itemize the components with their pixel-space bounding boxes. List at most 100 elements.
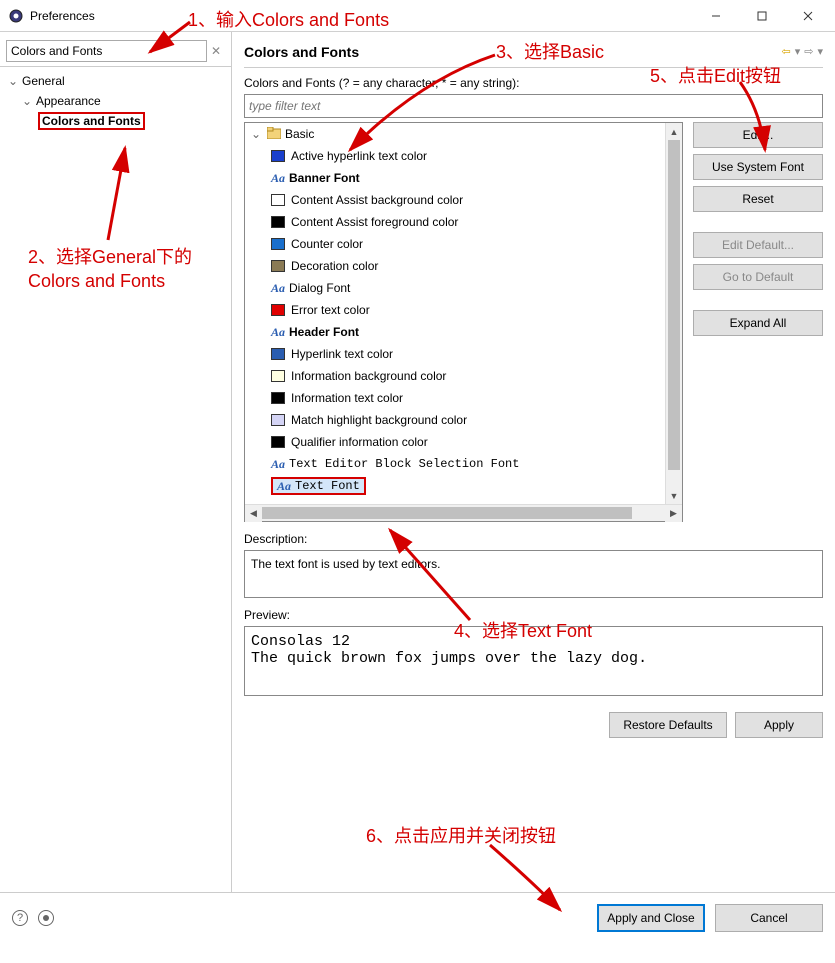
tree-item-label: Qualifier information color xyxy=(291,435,428,449)
tree-label: Colors and Fonts xyxy=(38,112,145,130)
preview-label: Preview: xyxy=(244,608,823,622)
category-tree[interactable]: ⌄ General ⌄ Appearance Colors and Fonts xyxy=(0,67,231,135)
tree-item[interactable]: Active hyperlink text color xyxy=(245,145,665,167)
window-title: Preferences xyxy=(30,9,693,23)
tree-label: General xyxy=(20,74,67,88)
scroll-up-icon[interactable]: ▲ xyxy=(666,123,682,140)
apply-and-close-button[interactable]: Apply and Close xyxy=(597,904,705,932)
tree-item[interactable]: Content Assist foreground color xyxy=(245,211,665,233)
filter-hint: Colors and Fonts (? = any character, * =… xyxy=(244,76,823,90)
tree-item[interactable]: Match highlight background color xyxy=(245,409,665,431)
folder-icon xyxy=(267,127,281,142)
tree-item-label: Header Font xyxy=(289,325,359,339)
cancel-button[interactable]: Cancel xyxy=(715,904,823,932)
color-swatch xyxy=(271,414,285,426)
color-swatch xyxy=(271,392,285,404)
tree-item-label: Banner Font xyxy=(289,171,360,185)
font-icon: Aa xyxy=(277,479,291,494)
tree-item-label: Information text color xyxy=(291,391,403,405)
tree-item-label: Error text color xyxy=(291,303,370,317)
maximize-button[interactable] xyxy=(739,1,785,31)
tree-item[interactable]: Error text color xyxy=(245,299,665,321)
import-export-icon[interactable] xyxy=(38,910,54,926)
use-system-font-button[interactable]: Use System Font xyxy=(693,154,823,180)
app-icon xyxy=(8,8,24,24)
font-icon: Aa xyxy=(271,281,285,296)
horizontal-scrollbar[interactable]: ◀ ▶ xyxy=(245,504,682,521)
back-menu-icon[interactable]: ▾ xyxy=(795,45,801,58)
clear-search-icon[interactable]: ✕ xyxy=(207,44,225,58)
restore-defaults-button[interactable]: Restore Defaults xyxy=(609,712,727,738)
color-swatch xyxy=(271,260,285,272)
color-swatch xyxy=(271,304,285,316)
minimize-button[interactable] xyxy=(693,1,739,31)
color-swatch xyxy=(271,370,285,382)
reset-button[interactable]: Reset xyxy=(693,186,823,212)
vertical-scrollbar[interactable]: ▲ ▼ xyxy=(665,123,682,504)
scroll-left-icon[interactable]: ◀ xyxy=(245,505,262,522)
tree-item[interactable]: Information text color xyxy=(245,387,665,409)
page-title: Colors and Fonts xyxy=(244,44,782,60)
color-swatch xyxy=(271,436,285,448)
color-swatch xyxy=(271,348,285,360)
forward-menu-icon[interactable]: ▾ xyxy=(817,45,823,58)
tree-item[interactable]: Aa Text Font xyxy=(245,475,665,497)
help-icon[interactable]: ? xyxy=(12,910,28,926)
tree-item[interactable]: Hyperlink text color xyxy=(245,343,665,365)
color-swatch xyxy=(271,238,285,250)
tree-label: Appearance xyxy=(34,94,103,108)
scroll-thumb[interactable] xyxy=(668,140,680,470)
scroll-right-icon[interactable]: ▶ xyxy=(665,505,682,522)
tree-item[interactable]: Content Assist background color xyxy=(245,189,665,211)
font-icon: Aa xyxy=(271,457,285,472)
tree-item-label: Active hyperlink text color xyxy=(291,149,427,163)
tree-item[interactable]: Information background color xyxy=(245,365,665,387)
color-swatch xyxy=(271,216,285,228)
tree-item-label: Counter color xyxy=(291,237,363,251)
expand-all-button[interactable]: Expand All xyxy=(693,310,823,336)
tree-item-general[interactable]: ⌄ General xyxy=(2,71,229,91)
dialog-button-bar: ? Apply and Close Cancel xyxy=(0,892,835,942)
tree-item-label: Text Font xyxy=(295,479,360,493)
tree-item[interactable]: Decoration color xyxy=(245,255,665,277)
forward-icon[interactable]: ⇨ xyxy=(804,45,813,58)
sidebar: ✕ ⌄ General ⌄ Appearance Colors and Font… xyxy=(0,32,232,892)
nav-history: ⇦ ▾ ⇨ ▾ xyxy=(782,45,824,58)
main-panel: Colors and Fonts ⇦ ▾ ⇨ ▾ Colors and Font… xyxy=(232,32,835,892)
go-to-default-button[interactable]: Go to Default xyxy=(693,264,823,290)
tree-item[interactable]: AaDialog Font xyxy=(245,277,665,299)
close-button[interactable] xyxy=(785,1,831,31)
colors-fonts-tree[interactable]: ⌄ Basic Active hyperlink text color Aa Ban… xyxy=(244,122,683,522)
filter-input[interactable] xyxy=(244,94,823,118)
edit-default-button[interactable]: Edit Default... xyxy=(693,232,823,258)
tree-node-basic[interactable]: ⌄ Basic xyxy=(245,123,665,145)
preview-box: Consolas 12 The quick brown fox jumps ov… xyxy=(244,626,823,696)
tree-item-label: Text Editor Block Selection Font xyxy=(289,457,519,471)
back-icon[interactable]: ⇦ xyxy=(782,45,791,58)
tree-item-colors-fonts[interactable]: Colors and Fonts xyxy=(2,111,229,131)
tree-item-label: Match highlight background color xyxy=(291,413,467,427)
tree-node-label: Basic xyxy=(285,127,314,141)
scroll-down-icon[interactable]: ▼ xyxy=(666,487,682,504)
apply-button[interactable]: Apply xyxy=(735,712,823,738)
description-label: Description: xyxy=(244,532,823,546)
tree-item[interactable]: Qualifier information color xyxy=(245,431,665,453)
tree-item-label: Information background color xyxy=(291,369,446,383)
tree-item[interactable]: Aa Text Editor Block Selection Font xyxy=(245,453,665,475)
sidebar-search-input[interactable] xyxy=(6,40,207,62)
scroll-thumb-h[interactable] xyxy=(262,507,632,519)
tree-item-label: Content Assist background color xyxy=(291,193,463,207)
titlebar: Preferences xyxy=(0,0,835,32)
tree-item-appearance[interactable]: ⌄ Appearance xyxy=(2,91,229,111)
tree-item[interactable]: Aa Banner Font xyxy=(245,167,665,189)
chevron-down-icon: ⌄ xyxy=(20,94,34,108)
chevron-down-icon: ⌄ xyxy=(251,127,263,141)
tree-item[interactable]: Counter color xyxy=(245,233,665,255)
tree-item[interactable]: AaHeader Font xyxy=(245,321,665,343)
tree-item-label: Decoration color xyxy=(291,259,378,273)
color-swatch xyxy=(271,194,285,206)
chevron-down-icon: ⌄ xyxy=(6,74,20,88)
tree-item-label: Content Assist foreground color xyxy=(291,215,458,229)
edit-button[interactable]: Edit... xyxy=(693,122,823,148)
font-icon: Aa xyxy=(271,171,285,186)
